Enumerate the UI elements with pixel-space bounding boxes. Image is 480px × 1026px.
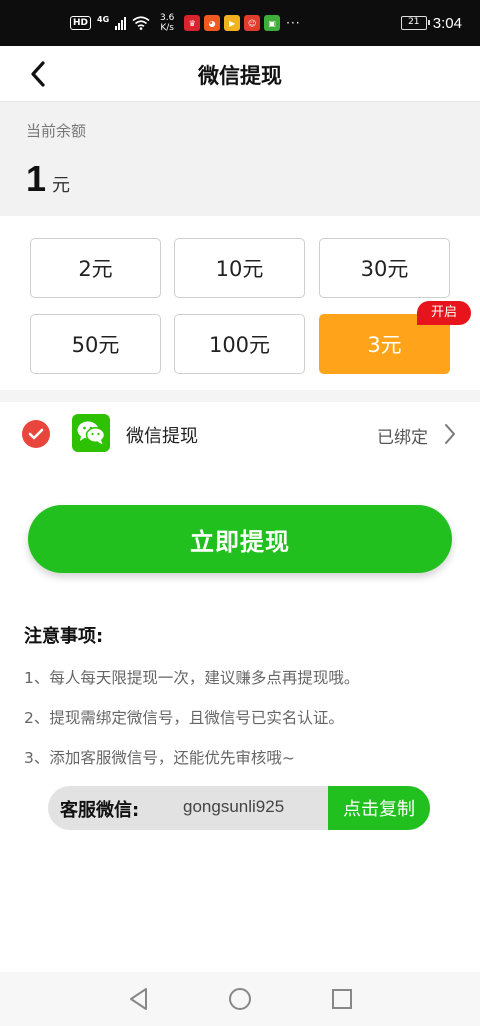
amount-option-2[interactable]: 2元 [30, 238, 161, 298]
speed-unit: K/s [160, 23, 174, 33]
balance-unit: 元 [52, 175, 71, 196]
notification-app-icon: ◕ [204, 15, 221, 31]
wifi-icon [132, 16, 150, 30]
note-item: 2、提现需绑定微信号，且微信号已实名认证。 [24, 709, 344, 727]
signal-icon [115, 16, 127, 30]
battery-icon: 21 [400, 16, 430, 30]
more-notifications-icon: ··· [286, 16, 301, 30]
notification-app-icon: ♛ [184, 15, 201, 31]
amount-option-50[interactable]: 50元 [30, 314, 161, 374]
nav-recents-icon[interactable] [329, 986, 355, 1012]
notification-app-icon: ☺ [244, 15, 261, 31]
note-item: 3、添加客服微信号，还能优先审核哦~ [24, 749, 295, 767]
notification-app-icon: ▣ [264, 15, 281, 31]
balance-value: 1 [26, 158, 47, 199]
notification-app-icon: ▶ [224, 15, 241, 31]
balance-label: 当前余额 [26, 122, 87, 140]
enable-badge: 开启 [416, 301, 471, 325]
nav-home-icon[interactable] [227, 986, 253, 1012]
note-item: 1、每人每天限提现一次，建议赚多点再提现哦。 [24, 669, 360, 687]
amount-option-10[interactable]: 10元 [174, 238, 305, 298]
network-type: 4G [97, 14, 110, 24]
selected-check-icon [22, 420, 50, 448]
customer-service-wechat-id: gongsunli925 [183, 797, 285, 816]
amount-option-100[interactable]: 100元 [174, 314, 305, 374]
payment-method-label: 微信提现 [126, 426, 198, 447]
payment-method-row[interactable]: 微信提现 已绑定 [0, 402, 480, 466]
chevron-right-icon [445, 424, 455, 444]
network-speed: 3.6 K/s [156, 13, 178, 33]
amount-option-30[interactable]: 30元 [319, 238, 450, 298]
amount-option-3[interactable]: 3元 开启 [319, 301, 471, 374]
status-right: 21 3:04 [400, 12, 462, 34]
binding-status: 已绑定 [377, 428, 428, 448]
customer-service-box: 客服微信: gongsunli925 点击复制 [48, 786, 430, 830]
nav-back-icon[interactable] [126, 986, 152, 1012]
notes-title: 注意事项: [24, 626, 104, 647]
section-divider [0, 390, 480, 402]
system-navigation-bar [0, 972, 480, 1026]
clock: 3:04 [432, 14, 462, 32]
notification-icons: ♛ ◕ ▶ ☺ ▣ [184, 15, 281, 31]
balance-amount: 1 元 [26, 158, 70, 200]
speed-value: 3.6 [159, 13, 175, 23]
wechat-icon [72, 414, 110, 452]
balance-section: 当前余额 1 元 [0, 102, 480, 216]
amount-option-label: 3元 [367, 333, 402, 357]
withdraw-now-button[interactable]: 立即提现 [28, 505, 452, 573]
status-left: HD 4G 3.6 K/s ♛ ◕ ▶ ☺ ▣ ··· [70, 12, 301, 34]
copy-button[interactable]: 点击复制 [328, 786, 430, 830]
page-title: 微信提现 [198, 64, 282, 88]
hd-indicator: HD [70, 16, 92, 30]
navbar: 微信提现 [0, 46, 480, 102]
customer-service-label: 客服微信: [60, 800, 140, 821]
amount-options: 2元 10元 30元 50元 100元 3元 开启 [0, 216, 480, 392]
status-bar: HD 4G 3.6 K/s ♛ ◕ ▶ ☺ ▣ ··· 21 3:04 [0, 0, 480, 46]
